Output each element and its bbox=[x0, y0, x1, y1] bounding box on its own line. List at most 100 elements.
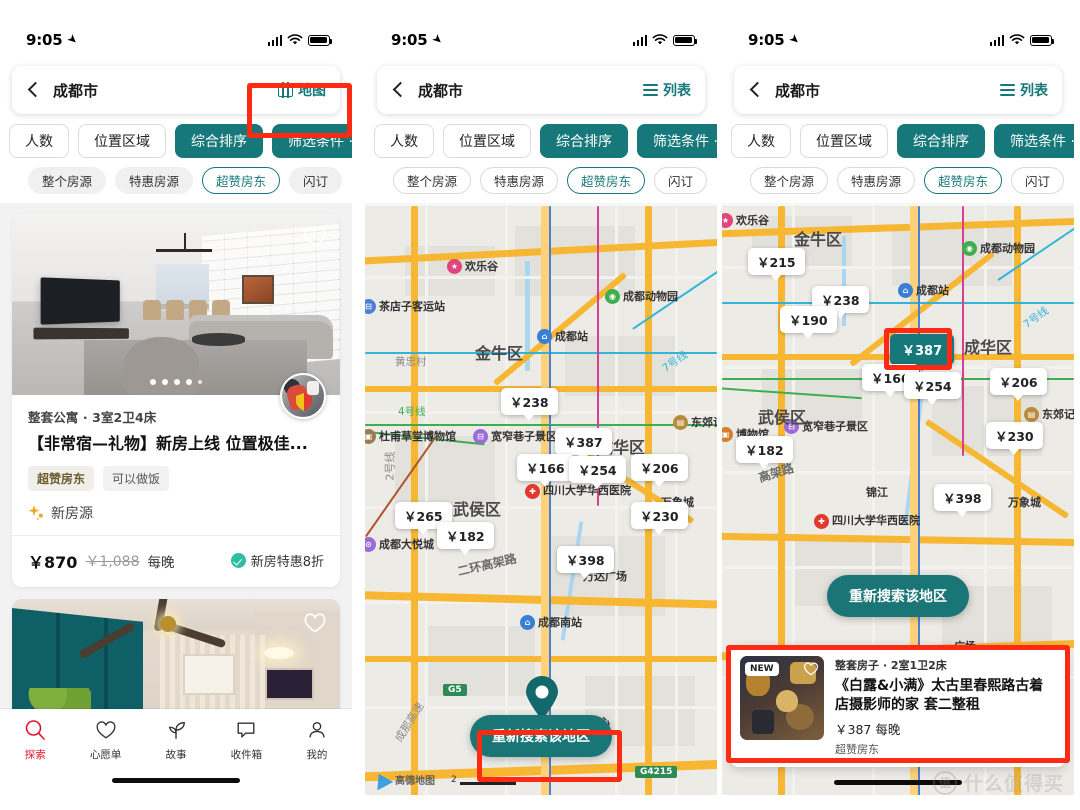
chevron-left-icon[interactable] bbox=[24, 80, 44, 100]
bottom-tab-bar: 探索 心愿单 故事 收件箱 我的 bbox=[0, 709, 352, 795]
tab-stories[interactable]: 故事 bbox=[141, 719, 211, 762]
map-canvas-3[interactable]: ★ 欢乐谷 ◉ 成都动物园 ⌂ 成都站 ⊟ 宽窄巷子景区 ▣ 博物馆 ✚ 四川大学华西医院 bbox=[722, 206, 1074, 795]
tab-explore[interactable]: 探索 bbox=[0, 719, 70, 762]
map-poi: ▤ 东郊记 bbox=[1024, 406, 1074, 422]
filter-chip-sort-1[interactable]: 综合排序 bbox=[175, 124, 263, 158]
pill-deal-3[interactable]: 特惠房源 bbox=[837, 167, 916, 194]
price-pin[interactable]: ￥387 bbox=[555, 428, 612, 461]
price-pin[interactable]: ￥166 bbox=[517, 454, 574, 487]
pill-deal-2[interactable]: 特惠房源 bbox=[480, 167, 559, 194]
pill-instant-3[interactable]: 闪订 bbox=[1011, 167, 1065, 194]
map-poi: ⌂ 成都南站 bbox=[520, 614, 582, 630]
pill-entire-home-2[interactable]: 整个房源 bbox=[393, 167, 472, 194]
poi-label: 成都站 bbox=[916, 284, 949, 297]
filter-chip-sort-2[interactable]: 综合排序 bbox=[540, 124, 628, 158]
tab-label-wishlist: 心愿单 bbox=[89, 749, 122, 761]
filter-chip-guests-3[interactable]: 人数 bbox=[731, 124, 791, 158]
price-pin[interactable]: ￥190 bbox=[780, 306, 837, 339]
map-canvas-2[interactable]: ★ 欢乐谷 ⊟ 茶店子客运站 ◉ 成都动物园 ⌂ 成都站 ⊟ 宽窄巷子景区 ▣ 杜甫草堂博物… bbox=[365, 206, 717, 795]
pill-entire-home-1[interactable]: 整个房源 bbox=[28, 167, 107, 194]
status-bar: 9:05 ➤ bbox=[365, 20, 717, 60]
district-label: 武侯区 bbox=[453, 500, 502, 519]
filter-chip-more-3[interactable]: 筛选条件 · 2 bbox=[994, 124, 1074, 158]
tab-inbox[interactable]: 收件箱 bbox=[211, 719, 281, 762]
metro-line-label: 7号线 bbox=[1021, 304, 1051, 331]
status-indicators bbox=[632, 34, 698, 46]
list-toggle-button[interactable]: 列表 bbox=[643, 80, 691, 100]
chevron-left-icon[interactable] bbox=[389, 80, 409, 100]
price-current: ￥870 bbox=[28, 552, 78, 572]
poi-label: 锦江 bbox=[866, 486, 888, 499]
filter-chip-more-1[interactable]: 筛选条件 · 2 bbox=[272, 124, 352, 158]
status-indicators bbox=[989, 34, 1055, 46]
filter-chip-guests-1[interactable]: 人数 bbox=[9, 124, 69, 158]
listing-card[interactable]: 整套公寓 · 3室2卫4床 【非常宿—礼物】新房上线 位置极佳... 超赞房东 … bbox=[12, 213, 340, 587]
poi-label: 宽窄巷子景区 bbox=[491, 430, 557, 443]
redo-search-button[interactable]: 重新搜索该地区 bbox=[470, 715, 612, 757]
search-bar-2[interactable]: 成都市 列表 bbox=[377, 66, 705, 114]
signal-bars-icon bbox=[632, 34, 647, 46]
filter-row-secondary-1: 整个房源 特惠房源 超赞房东 闪订 bbox=[0, 158, 352, 194]
pill-superhost-3[interactable]: 超赞房东 bbox=[924, 167, 1003, 194]
price-pin[interactable]: ￥182 bbox=[437, 522, 494, 555]
pill-instant-2[interactable]: 闪订 bbox=[654, 167, 708, 194]
price-pin[interactable]: ￥230 bbox=[986, 422, 1043, 455]
host-avatar[interactable] bbox=[280, 373, 326, 419]
listing-list[interactable]: 整套公寓 · 3室2卫4床 【非常宿—礼物】新房上线 位置极佳... 超赞房东 … bbox=[0, 203, 352, 795]
list-toggle-button[interactable]: 列表 bbox=[1000, 80, 1048, 100]
redo-search-button[interactable]: 重新搜索该地区 bbox=[827, 575, 969, 617]
listing-detail-card[interactable]: NEW 整套房子 · 2室1卫2床 《白露&小满》太古里春熙路古着店摄影师的家 … bbox=[730, 646, 1066, 767]
listing-card[interactable] bbox=[12, 598, 340, 719]
filter-chip-area-2[interactable]: 位置区域 bbox=[443, 124, 531, 158]
price-pin[interactable]: ￥182 bbox=[736, 436, 793, 469]
map-poi: ⌂ 成都站 bbox=[898, 282, 949, 298]
pill-deal-1[interactable]: 特惠房源 bbox=[115, 167, 194, 194]
listing-body: 整套公寓 · 3室2卫4床 【非常宿—礼物】新房上线 位置极佳... 超赞房东 … bbox=[12, 373, 340, 535]
search-bar-1[interactable]: 成都市 地图 bbox=[12, 66, 340, 114]
listing-photo[interactable] bbox=[12, 213, 340, 395]
filter-chip-more-2[interactable]: 筛选条件 · 2 bbox=[637, 124, 717, 158]
selected-price-pin[interactable]: ￥387 bbox=[890, 334, 955, 371]
pill-superhost-2[interactable]: 超赞房东 bbox=[567, 167, 646, 194]
poi-label: 欢乐谷 bbox=[465, 260, 498, 273]
filter-area-2: 日 人数 位置区域 综合排序 筛选条件 · 2 整个房源 特惠房源 超赞房东 闪… bbox=[365, 114, 717, 203]
search-icon bbox=[25, 720, 46, 740]
chevron-left-icon[interactable] bbox=[746, 80, 766, 100]
panel-map-view: 9:05 ➤ 成都市 列表 人数 位置区域 综合排序 筛选条件 整个房源 特惠房… bbox=[365, 20, 717, 795]
search-bar-3[interactable]: 成都市 列表 bbox=[734, 66, 1062, 114]
signal-bars-icon bbox=[267, 34, 282, 46]
price-pin[interactable]: ￥398 bbox=[934, 484, 991, 517]
search-header-3: 成都市 列表 bbox=[722, 60, 1074, 114]
price-pin[interactable]: ￥215 bbox=[748, 248, 805, 281]
pill-superhost-1[interactable]: 超赞房东 bbox=[202, 167, 281, 194]
price-pin[interactable]: ￥254 bbox=[904, 372, 961, 405]
price-pin[interactable]: ￥254 bbox=[569, 456, 626, 489]
favorite-heart-icon[interactable] bbox=[803, 661, 819, 677]
favorite-heart-icon[interactable] bbox=[303, 225, 327, 249]
listing-tags: 超赞房东 可以做饭 bbox=[28, 465, 324, 491]
listing-photo[interactable] bbox=[12, 598, 340, 719]
list-icon bbox=[1000, 84, 1015, 96]
chat-bubble-icon bbox=[237, 722, 255, 738]
filter-chip-sort-3[interactable]: 综合排序 bbox=[897, 124, 985, 158]
filter-row-primary-1: 日 人数 位置区域 综合排序 筛选条件 · 2 bbox=[0, 124, 352, 158]
tab-wishlist[interactable]: 心愿单 bbox=[70, 719, 140, 762]
tab-profile[interactable]: 我的 bbox=[282, 719, 352, 762]
price-pin[interactable]: ￥398 bbox=[557, 546, 614, 579]
price-pin[interactable]: ￥230 bbox=[631, 502, 688, 535]
listing-detail-price: ￥387 每晚 bbox=[835, 722, 901, 737]
price-pin[interactable]: ￥206 bbox=[631, 454, 688, 487]
price-pin[interactable]: ￥206 bbox=[990, 368, 1047, 401]
filter-chip-guests-2[interactable]: 人数 bbox=[374, 124, 434, 158]
district-label: 金牛区 bbox=[794, 230, 843, 249]
superhost-shield-icon bbox=[296, 393, 312, 411]
listing-title: 【非常宿—礼物】新房上线 位置极佳... bbox=[28, 434, 308, 453]
pill-entire-home-3[interactable]: 整个房源 bbox=[750, 167, 829, 194]
filter-chip-area-1[interactable]: 位置区域 bbox=[78, 124, 166, 158]
pill-instant-1[interactable]: 闪订 bbox=[289, 167, 343, 194]
map-toggle-button[interactable]: 地图 bbox=[278, 80, 326, 100]
filter-chip-area-3[interactable]: 位置区域 bbox=[800, 124, 888, 158]
listing-thumbnail[interactable]: NEW bbox=[740, 656, 824, 741]
price-pin[interactable]: ￥238 bbox=[501, 388, 558, 421]
favorite-heart-icon[interactable] bbox=[303, 611, 327, 635]
